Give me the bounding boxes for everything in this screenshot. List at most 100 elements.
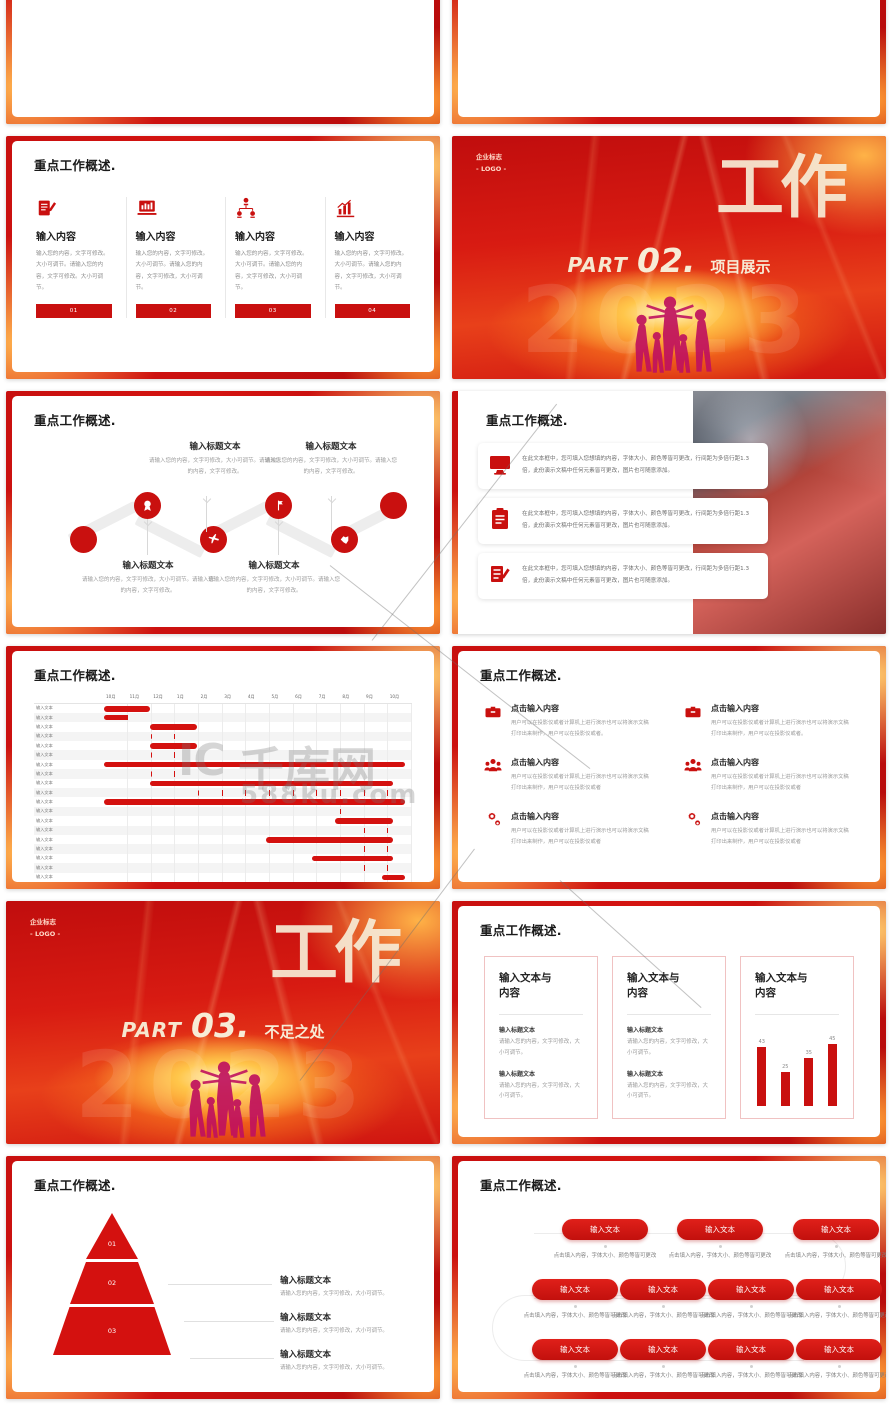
gantt-row[interactable]: 输入文本 [34, 834, 412, 845]
gantt-cell [174, 816, 200, 826]
box-item[interactable]: 输入文本与 内容 输入标题文本 请输入您的内容，文字可修改，大小可调节。 输入标题… [484, 956, 598, 1119]
gantt-cell [151, 872, 176, 882]
gantt-cell [316, 825, 341, 835]
gantt-cell [198, 778, 223, 789]
gantt-row[interactable]: 输入文本 [34, 769, 412, 779]
gantt-cell [340, 853, 365, 864]
info-row[interactable]: 在此文本框中，您可填入您想填的内容，字体大小、颜色等皆可更改，行间距为多倍行距1… [478, 498, 768, 544]
column-body: 输入您的内容，文字可修改。大小可调节。请输入您的内容，文字可修改，大小可调节。 [235, 251, 308, 292]
icon-list-item[interactable]: 点击输入内容 用户可以在投影仪或者计算机上进行演示也可以将演示文稿打印出来制作，… [684, 811, 854, 847]
people-silhouette [635, 296, 712, 373]
icon-list-item[interactable]: 点击输入内容 用户可以在投影仪或者计算机上进行演示也可以将演示文稿打印出来制作，… [684, 703, 854, 739]
gantt-cell [127, 816, 152, 826]
icon-list-item[interactable]: 点击输入内容 用户可以在投影仪或者计算机上进行演示也可以将演示文稿打印出来制作，… [484, 757, 654, 793]
column-item[interactable]: 输入内容 输入您的内容，文字可修改。大小可调节。请输入您的内容，文字可修改。大小… [36, 197, 112, 318]
slide-thumbnail-photo-rows[interactable]: 重点工作概述. 在此文本框中，您可填入您想填的内容，字体大小、颜色等皆可更改，行… [446, 385, 892, 640]
gantt-cell [340, 844, 365, 854]
icon-list-item[interactable]: 点击输入内容 用户可以在投影仪或者计算机上进行演示也可以将演示文稿打印出来制作，… [484, 811, 654, 847]
gantt-row[interactable]: 输入文本 [34, 778, 412, 789]
column-item[interactable]: 输入内容 输入您的内容，文字可修改。大小可调节。请输入您的内容，文字可修改，大小… [125, 197, 211, 318]
gantt-cell [222, 853, 247, 864]
gantt-cell [104, 853, 394, 864]
pill-button[interactable]: 输入文本 [532, 1339, 618, 1360]
slide-thumbnail-part-03-cover[interactable]: 2023 [0, 895, 446, 1150]
slide-thumbnail-icon-list[interactable]: 重点工作概述. 点击输入内容 用户可以在投影仪或者计算机上进行演示也可以将演示文… [446, 640, 892, 895]
pyramid-step[interactable]: 03 [53, 1307, 171, 1355]
column-item[interactable]: 输入内容 输入您的内容，文字可修改。大小可调节。请输入您的内容，文字可修改，大小… [225, 197, 311, 318]
gantt-cell [364, 853, 389, 864]
column-body: 输入您的内容，文字可修改。大小可调节。请输入您的内容，文字可修改。大小可调节。 [36, 251, 109, 292]
pill-button[interactable]: 输入文本 [793, 1219, 879, 1240]
gantt-row[interactable]: 输入文本 [34, 844, 412, 854]
pyramid-step[interactable]: 01 [86, 1213, 138, 1259]
award-icon[interactable] [134, 492, 161, 519]
box-heading: 输入文本与 内容 [499, 972, 552, 1000]
info-row[interactable]: 在此文本框中，您可填入您想填的内容，字体大小、颜色等皆可更改，行间距为多倍行距1… [478, 553, 768, 599]
slide-thumbnail-zigzag[interactable]: 重点工作概述. 输入标题文本 请输入您的内容，文字可修改，大小可调节。请输入您的… [0, 385, 446, 640]
slide-thumbnail-pills[interactable]: 重点工作概述. 输入文本 点击填入内容，字体大小、颜色等皆可更改 输入文本 点击… [446, 1150, 892, 1405]
gantt-cell [364, 844, 389, 854]
gantt-row[interactable]: 输入文本 [34, 788, 412, 798]
info-row[interactable]: 在此文本框中，您可填入您想填的内容，字体大小、颜色等皆可更改，行间距为多倍行距1… [478, 443, 768, 489]
icon-list-item[interactable]: 点击输入内容 用户可以在投影仪或者计算机上进行演示也可以将演示文稿打印出来制作，… [484, 703, 654, 739]
gantt-row[interactable]: 输入文本 [34, 759, 412, 770]
gantt-cell [387, 816, 412, 826]
gantt-cell [127, 731, 152, 742]
gantt-row[interactable]: 输入文本 [34, 712, 412, 723]
gantt-cell [151, 844, 176, 854]
slide-thumbnail-cards[interactable]: 输入标题文本 请输入您的内容，文字可修改，大小可调节。请输入您的内容，文字可修改… [0, 0, 446, 130]
slide-thumbnail-boxes[interactable]: 重点工作概述. 输入文本与 内容 输入标题文本 请输入您的内容，文字可修改，大小可… [446, 895, 892, 1150]
pill-button[interactable]: 输入文本 [620, 1279, 706, 1300]
column-grid: 输入内容 输入您的内容，文字可修改。大小可调节。请输入您的内容，文字可修改。大小… [36, 197, 410, 318]
gantt-cell [364, 712, 389, 723]
gantt-cell [269, 788, 294, 798]
gantt-row[interactable]: 输入文本 [34, 722, 412, 732]
gantt-row[interactable]: 输入文本 [34, 703, 412, 713]
gantt-row[interactable]: 输入文本 [34, 863, 412, 873]
gantt-cell [269, 703, 294, 713]
handshake-icon[interactable] [331, 526, 358, 553]
gantt-row[interactable]: 输入文本 [34, 816, 412, 826]
gantt-row-label: 输入文本 [34, 731, 104, 742]
icon-list-item[interactable]: 点击输入内容 用户可以在投影仪或者计算机上进行演示也可以将演示文稿打印出来制作，… [684, 757, 854, 793]
gantt-cell [127, 778, 152, 789]
pill-button[interactable]: 输入文本 [796, 1279, 882, 1300]
gantt-row[interactable]: 输入文本 [34, 853, 412, 864]
gantt-row[interactable]: 输入文本 [34, 741, 412, 751]
pill-button[interactable]: 输入文本 [532, 1279, 618, 1300]
slide-thumbnail-circles[interactable]: 输入标题文本 请输入您的内容，文字可修改，大小可调节。 输入标题文本 请输入您的… [446, 0, 892, 130]
gantt-cell [151, 741, 176, 751]
gantt-row[interactable]: 输入文本 [34, 806, 412, 817]
box-item[interactable]: 输入文本与 内容 输入标题文本 请输入您的内容，文字可修改，大小可调节。 输入标题… [612, 956, 726, 1119]
slide-thumbnail-pyramid[interactable]: 重点工作概述. 01 02 03 输入标题文本 请输入您的内容，文字可修改，大小… [0, 1150, 446, 1405]
pill-button[interactable]: 输入文本 [796, 1339, 882, 1360]
gantt-row[interactable]: 输入文本 [34, 797, 412, 807]
box-sub-title: 输入标题文本 [499, 1070, 536, 1078]
gantt-row[interactable]: 输入文本 [34, 731, 412, 742]
gantt-row[interactable]: 输入文本 [34, 750, 412, 760]
gantt-row[interactable]: 输入文本 [34, 872, 412, 882]
pill-button[interactable]: 输入文本 [620, 1339, 706, 1360]
gantt-cell [340, 769, 365, 779]
gantt-cell [245, 788, 270, 798]
gantt-cell [174, 750, 200, 760]
slide-thumbnail-gantt[interactable]: 重点工作概述. 10月 11月 12月 1月 2月 3月 4月 5月 6月 7月 8月 9月 10月 输… [0, 640, 446, 895]
info-row-body: 在此文本框中，您可填入您想填的内容，字体大小、颜色等皆可更改，行间距为多倍行距1… [522, 566, 750, 584]
airplane-icon[interactable] [200, 526, 227, 553]
slide-thumbnail-part-02-cover[interactable]: 2023 [446, 130, 892, 385]
pill-button[interactable]: 输入文本 [708, 1279, 794, 1300]
gantt-row[interactable]: 输入文本 [34, 825, 412, 835]
gantt-month-header: 11月 [127, 691, 152, 704]
gantt-cell [104, 741, 197, 751]
gantt-cell [127, 872, 152, 882]
column-item[interactable]: 输入内容 输入您的内容，文字可修改。大小可调节。请输入您的内容，文字可修改，大小… [324, 197, 410, 318]
pill-button[interactable]: 输入文本 [677, 1219, 763, 1240]
pill-button[interactable]: 输入文本 [708, 1339, 794, 1360]
pyramid-caption: 输入标题文本 请输入您的内容，文字可修改，大小可调节。 [280, 1311, 388, 1334]
box-item-chart[interactable]: 输入文本与 内容 43 25 35 45 [740, 956, 854, 1119]
slide-thumbnail-four-columns[interactable]: 重点工作概述. 输入内容 输入您的内容，文字可修改。大小可调节。请输入您的内容，… [0, 130, 446, 385]
pyramid-step[interactable]: 02 [70, 1262, 154, 1304]
pill-button[interactable]: 输入文本 [562, 1219, 648, 1240]
target-icon[interactable] [265, 492, 292, 519]
gantt-cell [269, 872, 294, 882]
